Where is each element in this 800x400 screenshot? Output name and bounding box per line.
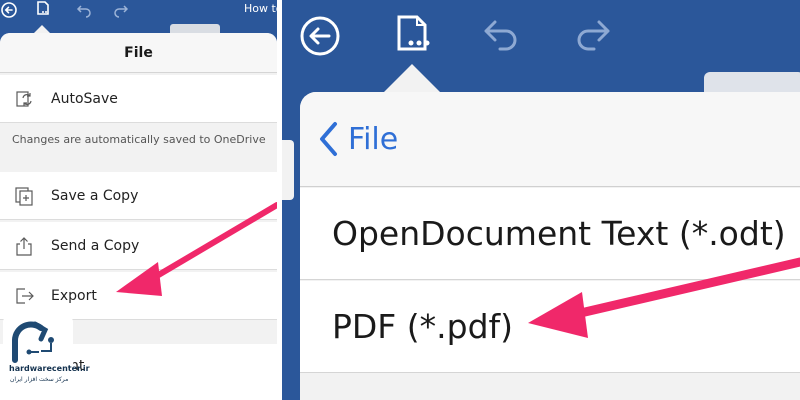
export-menu-popover: File OpenDocument Text (*.odt) PDF (*.pd… xyxy=(300,92,800,400)
watermark-tagline: مرکز سخت افزار ایران xyxy=(10,376,69,383)
file-menu-title: File xyxy=(0,33,277,73)
left-screenshot-panel: How to File AutoSave Changes are automat… xyxy=(0,0,277,400)
back-to-file-button[interactable]: File xyxy=(318,121,398,157)
save-copy-icon xyxy=(13,185,35,207)
redo-icon[interactable] xyxy=(112,1,130,19)
document-edge xyxy=(282,140,294,200)
circuit-wrench-icon xyxy=(12,321,54,363)
autosave-row[interactable]: AutoSave xyxy=(0,75,277,123)
export-option-pdf[interactable]: PDF (*.pdf) xyxy=(300,281,800,373)
right-screenshot-panel: File OpenDocument Text (*.odt) PDF (*.pd… xyxy=(282,0,800,400)
document-title: How to xyxy=(244,2,277,15)
export-label: Export xyxy=(51,287,97,304)
save-copy-row[interactable]: Save a Copy xyxy=(0,172,277,220)
watermark-site: hardwarecenter.ir xyxy=(9,364,90,373)
back-icon[interactable] xyxy=(0,1,18,19)
export-icon xyxy=(13,285,35,307)
file-icon[interactable] xyxy=(34,0,52,18)
popover-caret xyxy=(384,64,440,92)
left-toolbar xyxy=(0,0,277,22)
save-copy-label: Save a Copy xyxy=(51,187,139,204)
watermark-logo xyxy=(3,316,73,400)
chevron-left-icon xyxy=(320,122,337,156)
autosave-note: Changes are automatically saved to OneDr… xyxy=(12,133,266,146)
share-icon xyxy=(13,235,35,257)
file-icon[interactable] xyxy=(390,12,434,56)
export-option-odt[interactable]: OpenDocument Text (*.odt) xyxy=(300,188,800,280)
undo-icon[interactable] xyxy=(75,1,93,19)
export-menu-header: File xyxy=(300,92,800,187)
export-row[interactable]: Export xyxy=(0,272,277,320)
autosave-icon xyxy=(13,88,35,110)
send-copy-label: Send a Copy xyxy=(51,237,140,254)
redo-icon[interactable] xyxy=(570,14,614,58)
undo-icon[interactable] xyxy=(480,14,524,58)
back-icon[interactable] xyxy=(298,14,342,58)
autosave-label: AutoSave xyxy=(51,90,118,107)
send-copy-row[interactable]: Send a Copy xyxy=(0,222,277,270)
back-label: File xyxy=(348,121,399,157)
